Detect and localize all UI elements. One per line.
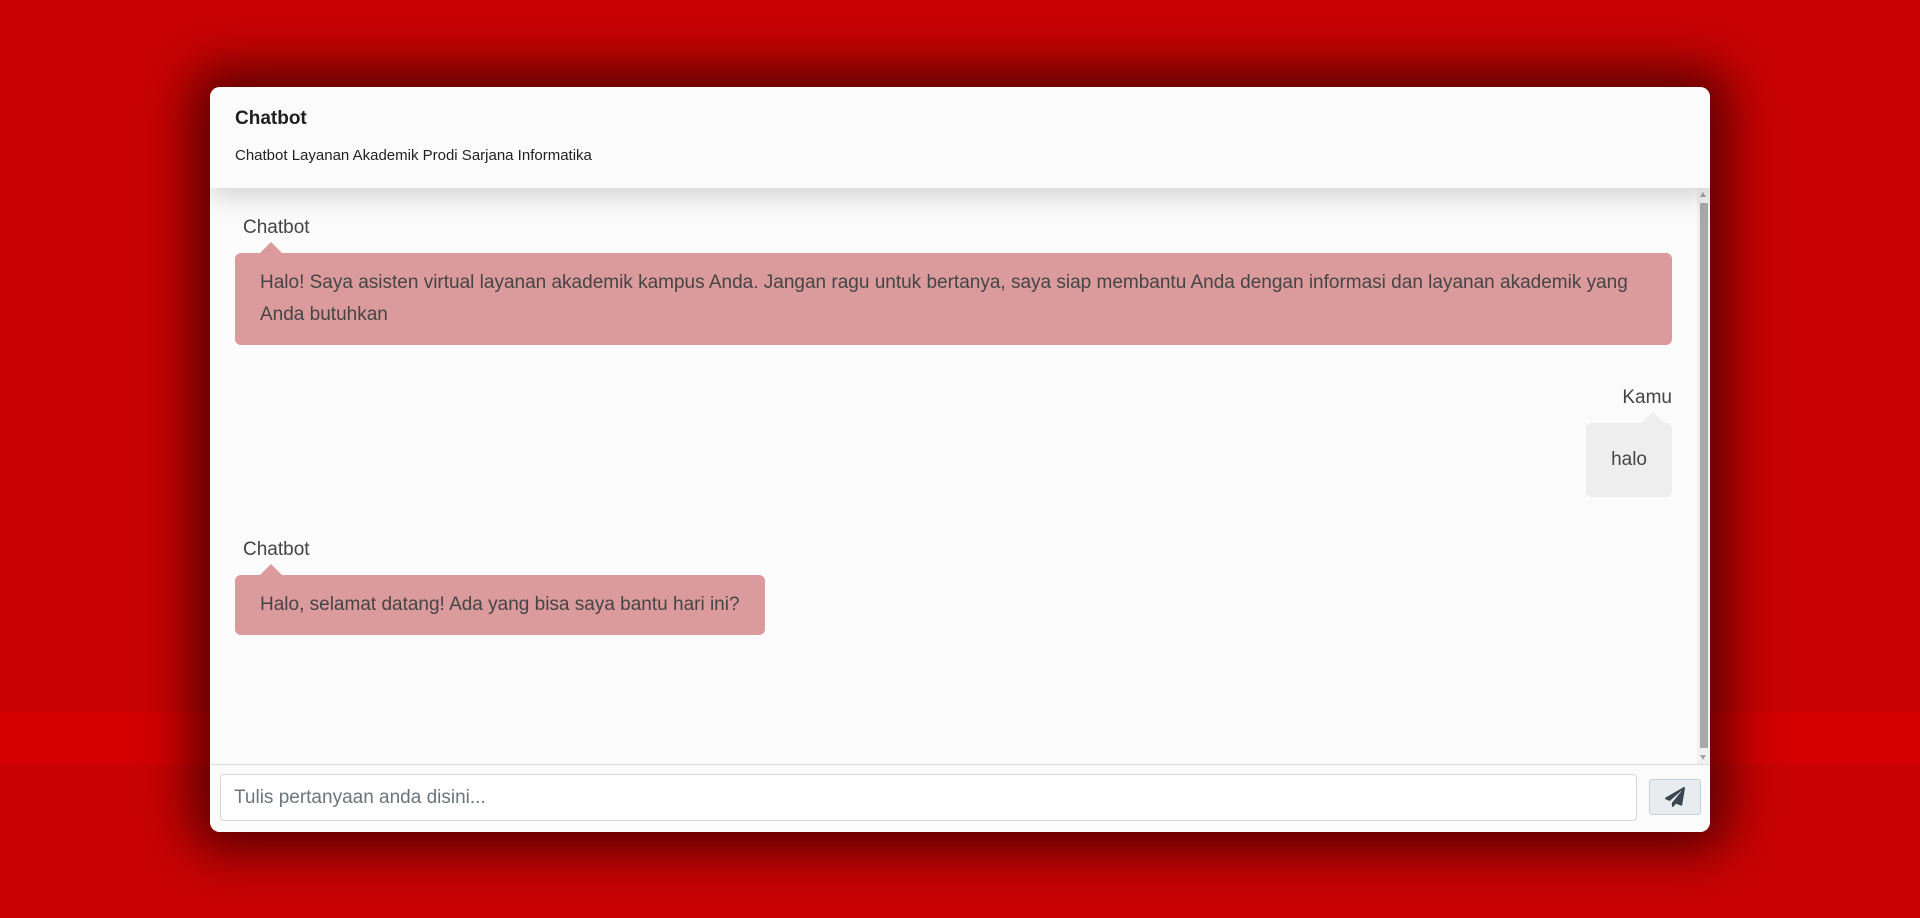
chat-input-bar <box>210 764 1710 832</box>
bot-message: Chatbot Halo! Saya asisten virtual layan… <box>235 217 1672 345</box>
bot-message-bubble: Halo! Saya asisten virtual layanan akade… <box>235 242 1672 345</box>
chat-title: Chatbot <box>235 108 307 129</box>
user-message: Kamu halo <box>235 387 1672 497</box>
scroll-down-icon[interactable] <box>1700 755 1706 760</box>
message-list-scrollbar[interactable] <box>1697 188 1710 764</box>
message-sender: Chatbot <box>243 217 310 238</box>
send-button[interactable] <box>1649 779 1701 815</box>
question-input[interactable] <box>220 774 1637 821</box>
bot-message: Chatbot Halo, selamat datang! Ada yang b… <box>235 539 1672 635</box>
bot-message-bubble: Halo, selamat datang! Ada yang bisa saya… <box>235 564 765 635</box>
chat-window: Chatbot Chatbot Layanan Akademik Prodi S… <box>210 87 1710 832</box>
chat-header: Chatbot Chatbot Layanan Akademik Prodi S… <box>210 87 1710 188</box>
message-sender: Chatbot <box>243 539 310 560</box>
paper-plane-icon <box>1665 787 1685 807</box>
chat-subtitle: Chatbot Layanan Akademik Prodi Sarjana I… <box>235 147 592 164</box>
scrollbar-thumb[interactable] <box>1700 203 1708 748</box>
user-message-bubble: halo <box>1586 412 1672 497</box>
message-list[interactable]: Chatbot Halo! Saya asisten virtual layan… <box>210 188 1697 764</box>
message-sender: Kamu <box>1622 387 1672 408</box>
scroll-up-icon[interactable] <box>1700 192 1706 197</box>
